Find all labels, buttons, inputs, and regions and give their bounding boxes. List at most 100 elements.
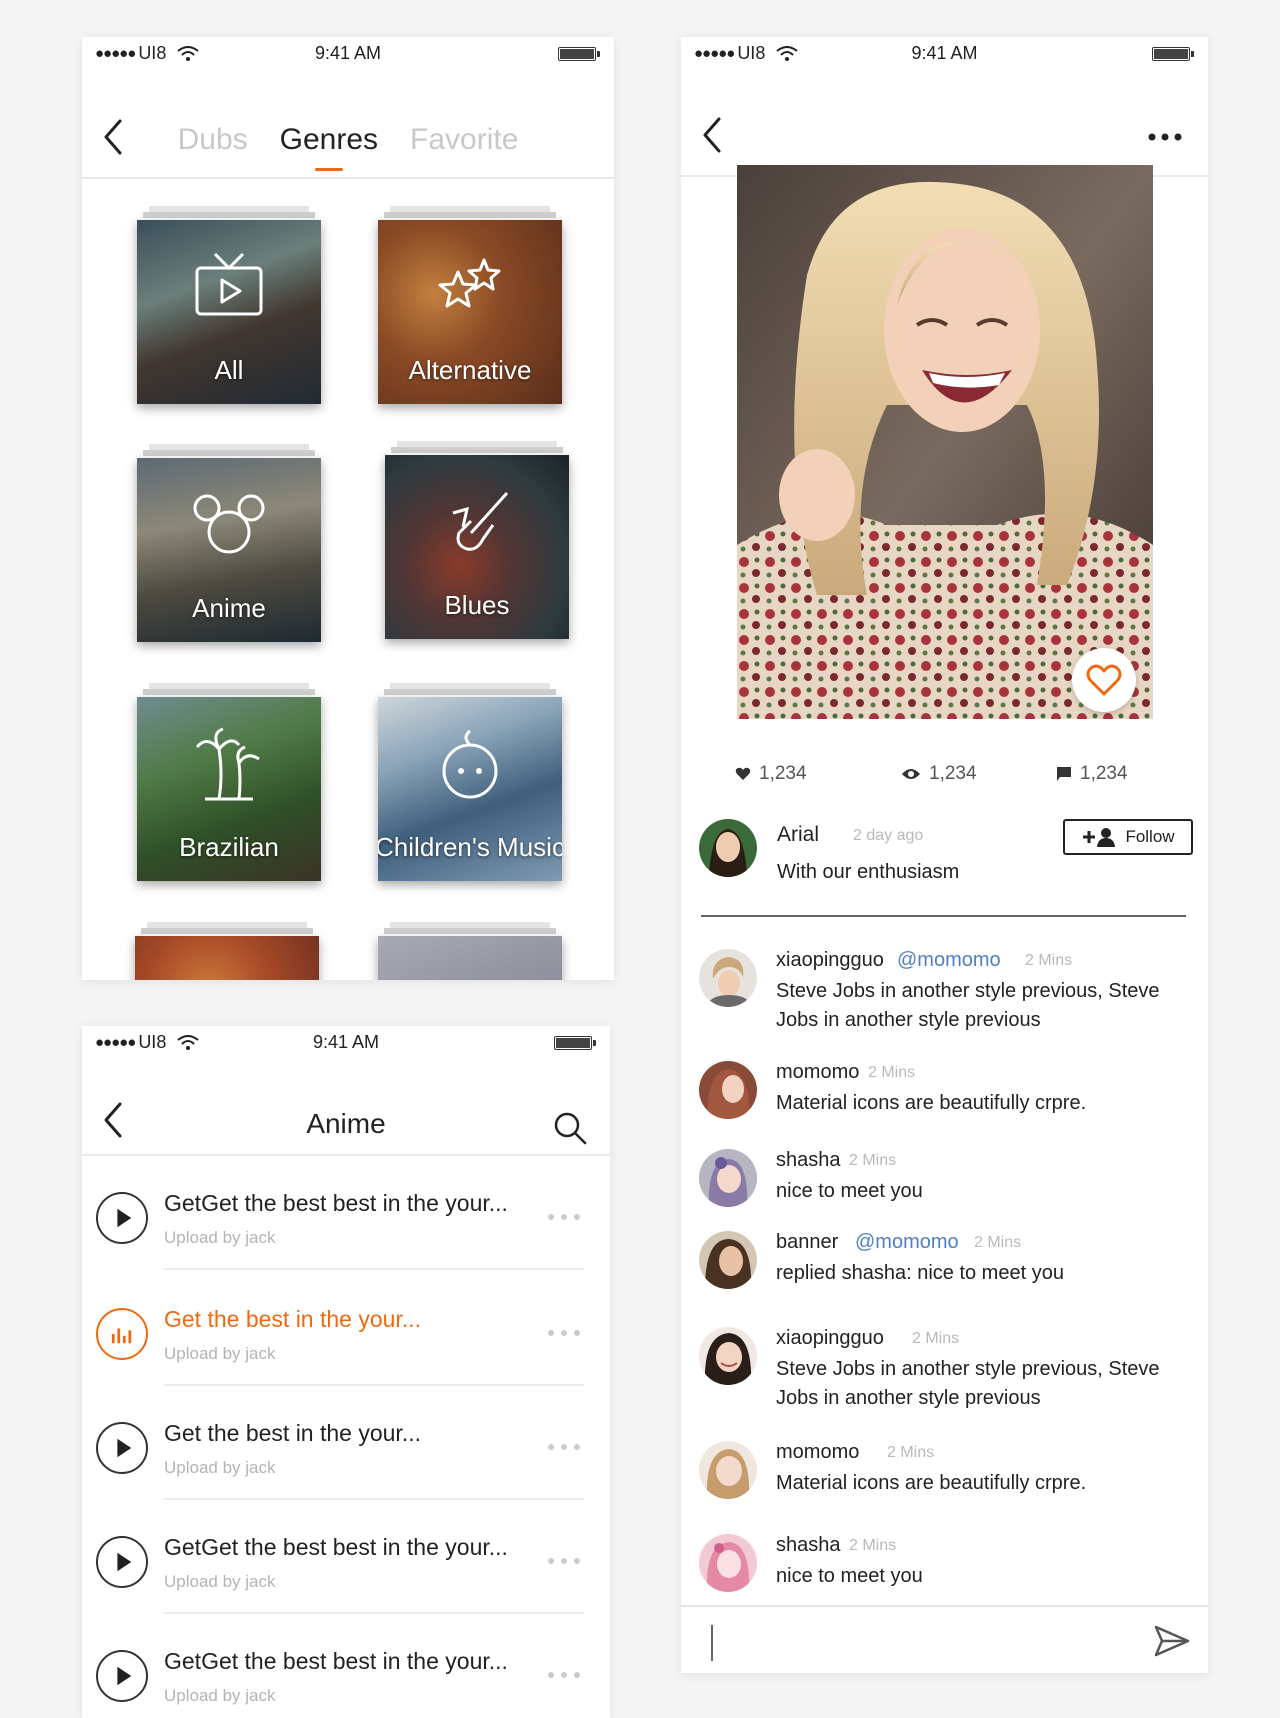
comments-stat[interactable]: 1,234 (1056, 763, 1128, 785)
comment-mention[interactable]: @momomo (855, 1231, 959, 1254)
comment-composer (681, 1605, 1208, 1673)
genre-tile-blues[interactable]: Blues (385, 441, 569, 639)
genre-tile-anime[interactable]: Anime (137, 444, 321, 642)
comment-mention[interactable]: @momomo (897, 949, 1001, 972)
status-bar: ●●●●● UI8 9:41 AM (681, 37, 1208, 71)
more-dots-icon[interactable] (546, 1442, 582, 1452)
text-caret (711, 1625, 713, 1661)
avatar[interactable] (699, 1231, 757, 1289)
comment-author[interactable]: shasha (776, 1149, 841, 1172)
avatar[interactable] (699, 1534, 757, 1592)
genre-label: Blues (444, 590, 510, 620)
tab-dubs[interactable]: Dubs (178, 123, 248, 157)
comment-author[interactable]: momomo (776, 1061, 859, 1084)
play-icon[interactable] (96, 1650, 148, 1702)
more-dots-icon[interactable] (546, 1212, 582, 1222)
author-name[interactable]: Arial (777, 823, 819, 847)
genre-tile-brazilian[interactable]: Brazilian (137, 683, 321, 881)
anime-screen: ●●●●● UI8 9:41 AM Anime GetGet the best … (82, 1026, 610, 1718)
track-row[interactable]: Get the best in the your... Upload by ja… (82, 1386, 610, 1500)
track-uploader: Upload by jack (164, 1686, 276, 1705)
avatar[interactable] (699, 819, 757, 877)
genre-tile-childrens-music[interactable]: Children's Music (378, 683, 562, 881)
more-dots-icon[interactable] (546, 1556, 582, 1566)
tv-play-icon (195, 252, 263, 316)
tab-genres[interactable]: Genres (280, 123, 378, 171)
track-uploader: Upload by jack (164, 1228, 276, 1247)
likes-count: 1,234 (759, 763, 807, 784)
battery-icon (554, 1036, 596, 1050)
play-icon[interactable] (96, 1192, 148, 1244)
comment-author[interactable]: banner (776, 1231, 838, 1254)
likes-stat[interactable]: 1,234 (735, 763, 807, 785)
tab-favorite[interactable]: Favorite (410, 123, 518, 157)
genre-tabs: Dubs Genres Favorite (82, 123, 614, 171)
track-row-playing[interactable]: Get the best in the your... Upload by ja… (82, 1272, 610, 1386)
comment-author[interactable]: momomo (776, 1441, 859, 1464)
genre-label: All (214, 355, 244, 385)
avatar[interactable] (699, 1061, 757, 1119)
comment-time: 2 Mins (868, 1064, 916, 1081)
more-dots-icon[interactable] (1146, 131, 1184, 143)
follow-button[interactable]: Follow (1063, 819, 1193, 855)
heart-outline-icon[interactable] (1072, 648, 1136, 712)
track-uploader: Upload by jack (164, 1572, 276, 1591)
genres-navbar: Dubs Genres Favorite (82, 71, 614, 179)
track-title: GetGet the best best in the your... (164, 1648, 508, 1674)
post-photo[interactable] (737, 165, 1153, 719)
search-icon[interactable] (552, 1110, 588, 1146)
post-caption: With our enthusiasm (777, 861, 960, 883)
views-count: 1,234 (929, 763, 977, 784)
comment-icon (1057, 767, 1071, 781)
comment-time: 2 Mins (974, 1234, 1022, 1251)
track-title: Get the best in the your... (164, 1420, 421, 1446)
play-icon[interactable] (96, 1536, 148, 1588)
anime-navbar: Anime (82, 1060, 610, 1156)
status-time: 9:41 AM (314, 43, 382, 63)
avatar[interactable] (699, 1441, 757, 1499)
battery-icon (1152, 47, 1194, 61)
avatar[interactable] (699, 1149, 757, 1207)
post-author: Arial 2 day ago With our enthusiasm Foll… (699, 819, 1193, 885)
post-stats: 1,234 1,234 1,234 (735, 763, 1153, 787)
comment-text: nice to meet you (776, 1565, 923, 1587)
avatar[interactable] (699, 949, 757, 1007)
palm-trees-icon (195, 727, 260, 801)
comment-text: nice to meet you (776, 1180, 923, 1202)
genre-label: Children's Music (378, 832, 562, 862)
eye-icon (902, 769, 920, 779)
comment-author[interactable]: xiaopingguo (776, 1327, 884, 1350)
avatar[interactable] (699, 1327, 757, 1385)
comment-time: 2 Mins (887, 1444, 935, 1461)
genre-label: Brazilian (179, 832, 279, 862)
track-row[interactable]: GetGet the best best in the your... Uplo… (82, 1614, 610, 1718)
genre-tile-alternative[interactable]: Alternative (378, 206, 562, 404)
send-icon[interactable] (1154, 1625, 1190, 1657)
page-title: Anime (306, 1108, 386, 1139)
comment-author[interactable]: shasha (776, 1534, 841, 1557)
track-row[interactable]: GetGet the best best in the your... Uplo… (82, 1500, 610, 1614)
comment-input[interactable] (711, 1621, 1131, 1661)
more-dots-icon[interactable] (546, 1328, 582, 1338)
genre-tile-all[interactable]: All (137, 206, 321, 404)
comment-author[interactable]: xiaopingguo (776, 949, 884, 972)
comment-text: replied shasha: nice to meet you (776, 1262, 1064, 1284)
comment-time: 2 Mins (849, 1537, 897, 1554)
follow-label: Follow (1125, 827, 1175, 846)
comment-text: Material icons are beautifully crpre. (776, 1472, 1087, 1494)
post-navbar (681, 71, 1208, 177)
mouse-ears-icon (193, 494, 265, 554)
status-time: 9:41 AM (911, 43, 978, 63)
play-icon[interactable] (96, 1422, 148, 1474)
saxophone-icon (452, 491, 509, 551)
equalizer-icon[interactable] (96, 1308, 148, 1360)
genre-tile-favorite-add[interactable] (378, 922, 562, 980)
more-dots-icon[interactable] (546, 1670, 582, 1680)
views-stat: 1,234 (901, 763, 977, 785)
post-detail-screen: ●●●●● UI8 9:41 AM 1,234 1,234 1,234 Aria… (681, 37, 1208, 1673)
track-row[interactable]: GetGet the best best in the your... Uplo… (82, 1156, 610, 1270)
stars-icon (438, 258, 501, 308)
back-button[interactable] (699, 115, 727, 155)
genre-tile-pagoda[interactable] (135, 922, 319, 980)
track-title: GetGet the best best in the your... (164, 1534, 508, 1560)
